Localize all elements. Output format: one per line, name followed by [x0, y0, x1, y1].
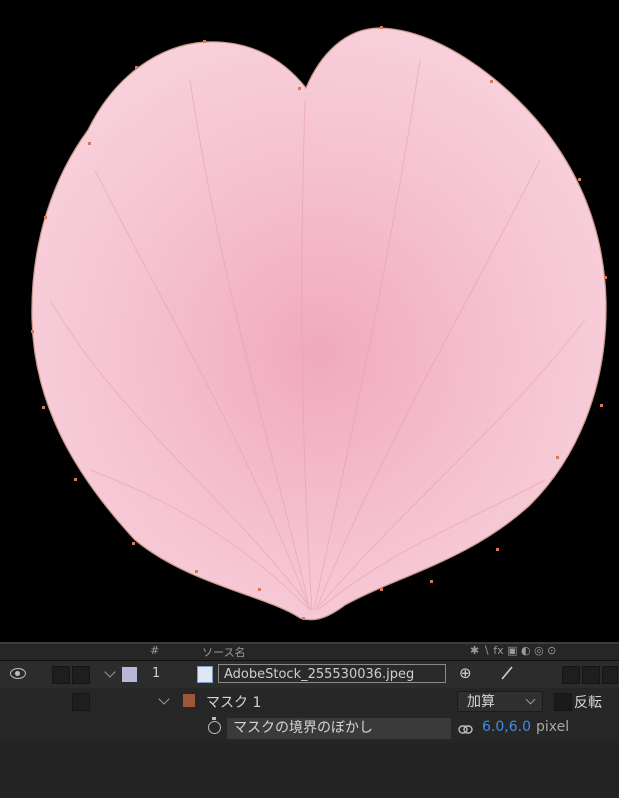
layer-label-color[interactable] — [122, 667, 137, 682]
invert-checkbox[interactable] — [554, 693, 572, 711]
adjustment-switch[interactable] — [602, 666, 618, 684]
layer-row[interactable]: 1 AdobeStock_255530036.jpeg ⊕ — [0, 661, 619, 689]
column-hash[interactable]: # — [150, 644, 159, 657]
mask-expand-chevron-icon[interactable] — [158, 693, 170, 705]
mask-path[interactable] — [31, 27, 607, 621]
effect-switch[interactable] — [562, 666, 580, 684]
quality-switch-icon[interactable] — [500, 665, 514, 681]
constrain-link-icon[interactable] — [458, 723, 473, 734]
motion-blur-switch[interactable] — [582, 666, 600, 684]
layer-expand-chevron-icon[interactable] — [104, 666, 116, 678]
image-file-icon — [197, 666, 213, 683]
mask-feather-unit: pixel — [536, 719, 570, 735]
mask-name[interactable]: マスク 1 — [206, 692, 261, 712]
layer-number: 1 — [152, 666, 161, 681]
solo-switch[interactable] — [72, 666, 90, 684]
mask-feather-property: マスクの境界のぼかし — [227, 718, 451, 739]
mask-mode-value: 加算 — [467, 694, 495, 710]
mask-mode-dropdown[interactable]: 加算 — [457, 691, 543, 712]
invert-label: 反転 — [574, 695, 602, 711]
mask-lock-switch[interactable] — [72, 693, 90, 711]
chevron-down-icon — [525, 694, 536, 705]
switches-icons: ✱ ∖ fx ▣ ◐ ◎ ⊙ — [470, 644, 557, 657]
timeline-panel: # ソース名 ✱ ∖ fx ▣ ◐ ◎ ⊙ 1 AdobeStock_25553… — [0, 642, 619, 798]
timeline-column-header: # ソース名 ✱ ∖ fx ▣ ◐ ◎ ⊙ — [0, 644, 619, 661]
column-source-name[interactable]: ソース名 — [202, 644, 245, 660]
petal-image — [31, 26, 607, 621]
shy-switch[interactable]: ⊕ — [459, 664, 472, 682]
mask-label-color[interactable] — [183, 694, 195, 707]
mask-feather-value[interactable]: 6.0,6.0 — [482, 719, 531, 735]
audio-switch[interactable] — [52, 666, 70, 684]
layer-name-field[interactable]: AdobeStock_255530036.jpeg — [218, 664, 446, 683]
mask-row[interactable]: マスク 1 加算 反転 — [0, 688, 619, 715]
mask-feather-row[interactable]: マスクの境界のぼかし 6.0,6.0 pixel — [0, 715, 619, 742]
visibility-eye-icon[interactable] — [10, 668, 26, 679]
stopwatch-icon[interactable] — [208, 717, 221, 734]
composition-viewer[interactable] — [0, 0, 619, 642]
